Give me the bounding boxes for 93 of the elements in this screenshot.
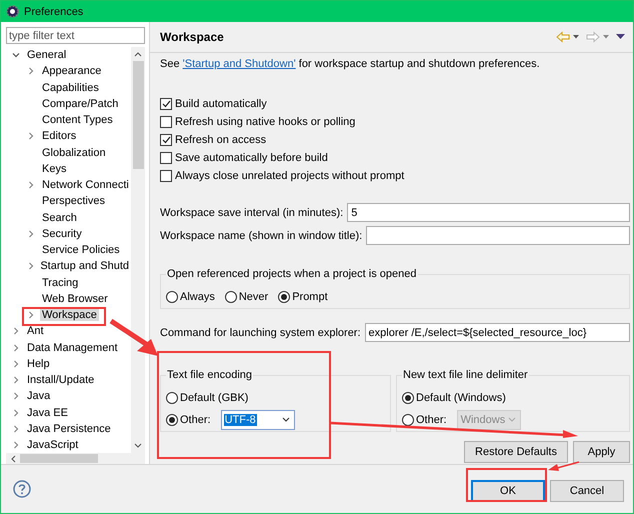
- tree-item[interactable]: Tracing: [40, 276, 80, 289]
- scroll-left-icon[interactable]: [9, 454, 17, 462]
- radio-button[interactable]: [166, 414, 178, 426]
- horizontal-scrollbar[interactable]: [6, 453, 145, 464]
- ok-button[interactable]: OK: [471, 480, 545, 502]
- scrollbar-thumb[interactable]: [132, 61, 144, 169]
- tree-item[interactable]: Data Management: [25, 342, 120, 354]
- field-label: Workspace name (shown in window title):: [160, 230, 362, 242]
- radio-button[interactable]: [224, 291, 237, 303]
- intro-text: See 'Startup and Shutdown' for workspace startup and shutdown preferences.: [160, 58, 541, 70]
- chevron-right-icon[interactable]: [27, 67, 35, 76]
- field-label: Workspace save interval (in minutes):: [160, 206, 344, 218]
- gear-icon: [6, 5, 19, 18]
- chevron-right-icon[interactable]: [12, 392, 20, 400]
- tree-item[interactable]: Startup and Shutd: [38, 260, 131, 272]
- checkbox-label[interactable]: Always close unrelated projects without prompt: [175, 170, 404, 182]
- tree-item[interactable]: Ant: [25, 325, 46, 338]
- tree-item[interactable]: Help: [25, 358, 52, 370]
- vertical-scrollbar[interactable]: [131, 47, 145, 453]
- chevron-right-icon[interactable]: [27, 311, 35, 320]
- group-title: Text file encoding: [166, 369, 253, 381]
- chevron-right-icon[interactable]: [27, 230, 35, 238]
- tree-item[interactable]: General: [25, 49, 68, 62]
- back-arrow-icon[interactable]: [556, 31, 580, 43]
- chevron-right-icon[interactable]: [12, 424, 20, 433]
- checkbox-label[interactable]: Refresh on access: [175, 134, 266, 146]
- tree-item[interactable]: Appearance: [40, 65, 104, 78]
- checkbox[interactable]: [160, 170, 172, 182]
- apply-button[interactable]: Apply: [573, 441, 630, 463]
- chevron-right-icon[interactable]: [12, 327, 20, 336]
- tree-item[interactable]: Network Connecti: [40, 179, 131, 192]
- group-title: New text file line delimiter: [402, 369, 529, 381]
- help-icon[interactable]: [13, 480, 31, 498]
- input-field[interactable]: explorer /E,/select=${selected_resource_loc}: [364, 323, 630, 342]
- checkbox[interactable]: [160, 98, 172, 110]
- tree-item[interactable]: Content Types: [40, 114, 115, 126]
- menu-icon[interactable]: [616, 34, 625, 40]
- input-field[interactable]: [366, 226, 630, 245]
- tree-item[interactable]: Perspectives: [40, 195, 107, 208]
- tree-item[interactable]: Editors: [40, 130, 78, 142]
- tree-item[interactable]: Search: [40, 212, 79, 224]
- tree-item[interactable]: Java: [25, 390, 52, 402]
- radio-label[interactable]: Always: [180, 291, 215, 303]
- tree-item[interactable]: Workspace: [40, 309, 99, 322]
- tree-item[interactable]: Security: [40, 228, 84, 240]
- chevron-right-icon[interactable]: [12, 408, 20, 417]
- cancel-button[interactable]: Cancel: [550, 480, 624, 502]
- chevron-right-icon[interactable]: [12, 344, 20, 352]
- chevron-right-icon[interactable]: [27, 132, 35, 140]
- radio-label[interactable]: Never: [238, 291, 268, 303]
- chevron-right-icon[interactable]: [27, 262, 35, 270]
- startup-link[interactable]: 'Startup and Shutdown': [182, 58, 296, 70]
- chevron-down-icon[interactable]: [282, 417, 290, 423]
- tree-item[interactable]: Capabilities: [40, 82, 101, 94]
- radio-button[interactable]: [166, 291, 178, 303]
- tree-item[interactable]: Compare/Patch: [40, 98, 120, 110]
- checkbox-label[interactable]: Save automatically before build: [175, 152, 328, 164]
- tree-item[interactable]: JavaScript: [25, 439, 80, 452]
- radio-label[interactable]: Prompt: [292, 291, 328, 303]
- radio-button[interactable]: [278, 291, 290, 303]
- field-label: Command for launching system explorer:: [160, 326, 361, 338]
- tree-item[interactable]: Java EE: [25, 406, 70, 419]
- radio-button[interactable]: [402, 392, 414, 404]
- tree-item[interactable]: Web Browser: [40, 292, 110, 305]
- radio-button[interactable]: [166, 392, 178, 404]
- tree-item[interactable]: Service Policies: [40, 244, 122, 256]
- radio-label[interactable]: Other:: [180, 414, 211, 426]
- checkbox[interactable]: [160, 116, 172, 128]
- tree-item[interactable]: Install/Update: [25, 374, 96, 386]
- checkbox[interactable]: [160, 152, 172, 164]
- checkbox-label[interactable]: Build automatically: [175, 98, 267, 110]
- restore-defaults-button[interactable]: Restore Defaults: [464, 441, 568, 463]
- chevron-right-icon[interactable]: [12, 360, 20, 368]
- input-field[interactable]: 5: [347, 203, 630, 222]
- window-title: Preferences: [24, 6, 84, 18]
- chevron-down-icon[interactable]: [12, 51, 20, 60]
- group-title: Open referenced projects when a project is opened: [166, 268, 418, 280]
- tree-item[interactable]: Keys: [40, 162, 68, 175]
- page-title: Workspace: [160, 30, 224, 44]
- encoding-dropdown[interactable]: UTF-8: [220, 410, 295, 430]
- radio-label[interactable]: Default (GBK): [180, 392, 248, 404]
- filter-field[interactable]: type filter text: [6, 27, 145, 44]
- checkbox[interactable]: [160, 134, 172, 146]
- scrollbar-thumb[interactable]: [20, 454, 98, 463]
- radio-label[interactable]: Default (Windows): [416, 392, 506, 404]
- chevron-right-icon[interactable]: [12, 376, 20, 384]
- chevron-right-icon[interactable]: [27, 181, 35, 190]
- tree-item[interactable]: Java Persistence: [25, 422, 113, 435]
- forward-arrow-icon[interactable]: [586, 31, 610, 43]
- checkbox-label[interactable]: Refresh using native hooks or polling: [175, 116, 356, 128]
- tree-item[interactable]: Globalization: [40, 146, 108, 159]
- annotation-arrow: [548, 461, 580, 471]
- chevron-right-icon[interactable]: [12, 441, 20, 450]
